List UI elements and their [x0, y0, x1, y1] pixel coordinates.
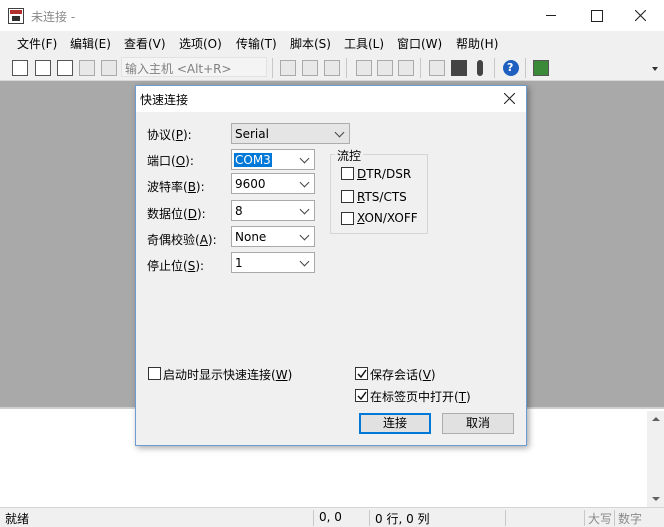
- close-icon: [504, 93, 515, 104]
- chevron-down-icon: [299, 230, 310, 241]
- protocol-select[interactable]: Serial: [231, 123, 350, 144]
- reconnect-icon[interactable]: [79, 60, 95, 76]
- stopbits-select[interactable]: 1: [231, 252, 315, 273]
- menu-options[interactable]: 选项(O): [179, 35, 222, 52]
- quick-connect-dialog: 快速连接 协议(P): Serial 端口(O): COM3 波特率(B): 9…: [135, 85, 527, 446]
- status-divider: [584, 510, 585, 526]
- window-title: 未连接 -: [31, 10, 76, 24]
- minimize-button[interactable]: [528, 0, 574, 31]
- cancel-button[interactable]: 取消: [442, 413, 514, 434]
- status-divider: [313, 510, 314, 526]
- menu-bar: 文件(F) 编辑(E) 查看(V) 选项(O) 传输(T) 脚本(S) 工具(L…: [0, 31, 664, 55]
- chevron-down-icon: [299, 177, 310, 188]
- menu-edit[interactable]: 编辑(E): [70, 35, 111, 52]
- close-icon: [635, 10, 646, 21]
- keymap-icon[interactable]: [477, 60, 483, 76]
- status-num: 数字: [618, 512, 643, 526]
- dialog-title-bar: 快速连接: [136, 86, 526, 112]
- xon-xoff-label: XON/XOFF: [357, 211, 418, 225]
- scroll-down-icon[interactable]: [652, 497, 660, 501]
- copy-icon[interactable]: [280, 60, 296, 76]
- toolbar: 输入主机 <Alt+R>: [0, 55, 664, 81]
- print-icon[interactable]: [356, 60, 372, 76]
- save-session-checkbox[interactable]: [355, 367, 368, 380]
- chevron-down-icon[interactable]: [652, 67, 658, 71]
- show-on-startup-checkbox[interactable]: [148, 367, 161, 380]
- chevron-down-icon: [334, 127, 345, 138]
- print-selection-icon[interactable]: [377, 60, 393, 76]
- app-icon: [8, 8, 24, 24]
- menu-file[interactable]: 文件(F): [17, 35, 57, 52]
- status-ready: 就绪: [5, 512, 30, 526]
- screen-icon[interactable]: [533, 60, 549, 76]
- toolbar-separator: [272, 58, 273, 78]
- save-session-label: 保存会话(V): [370, 368, 436, 382]
- show-on-startup-label: 启动时显示快速连接(W): [163, 368, 293, 382]
- parity-select[interactable]: None: [231, 226, 315, 247]
- menu-window[interactable]: 窗口(W): [397, 35, 442, 52]
- status-position: 0, 0: [319, 510, 342, 524]
- port-select[interactable]: COM3: [231, 149, 315, 170]
- toolbar-separator: [420, 58, 421, 78]
- status-caps: 大写: [588, 512, 613, 526]
- paste-icon[interactable]: [302, 60, 318, 76]
- chevron-down-icon: [299, 256, 310, 267]
- menu-script[interactable]: 脚本(S): [290, 35, 331, 52]
- toolbar-separator: [525, 58, 526, 78]
- baud-label: 波特率(B):: [147, 180, 205, 194]
- checkmark-icon: [357, 391, 367, 401]
- toolbar-separator: [346, 58, 347, 78]
- quick-connect-icon[interactable]: [35, 60, 51, 76]
- toolbar-separator: [494, 58, 495, 78]
- connect-in-tab-icon[interactable]: [57, 60, 73, 76]
- host-input[interactable]: 输入主机 <Alt+R>: [121, 57, 267, 77]
- maximize-button[interactable]: [574, 0, 620, 31]
- menu-view[interactable]: 查看(V): [124, 35, 166, 52]
- checkmark-icon: [357, 369, 367, 379]
- status-divider: [369, 510, 370, 526]
- connect-icon[interactable]: [12, 60, 28, 76]
- xon-xoff-checkbox[interactable]: [341, 212, 354, 225]
- disconnect-icon[interactable]: [101, 60, 117, 76]
- port-label: 端口(O):: [147, 154, 194, 168]
- help-icon[interactable]: [503, 60, 519, 76]
- global-options-icon[interactable]: [451, 60, 467, 76]
- status-bar: 就绪 0, 0 0 行, 0 列 大写 数字: [0, 507, 664, 527]
- session-options-icon[interactable]: [429, 60, 445, 76]
- title-bar: 未连接 -: [0, 0, 664, 31]
- menu-help[interactable]: 帮助(H): [456, 35, 498, 52]
- dialog-close-button[interactable]: [498, 88, 522, 110]
- vertical-scrollbar[interactable]: [647, 411, 664, 507]
- rts-cts-checkbox[interactable]: [341, 190, 354, 203]
- dtr-dsr-label: DTR/DSR: [357, 167, 412, 181]
- parity-label: 奇偶校验(A):: [147, 233, 217, 247]
- stopbits-label: 停止位(S):: [147, 259, 205, 273]
- scroll-up-icon[interactable]: [652, 417, 660, 421]
- baud-select[interactable]: 9600: [231, 173, 315, 194]
- dtr-dsr-checkbox[interactable]: [341, 167, 354, 180]
- menu-transfer[interactable]: 传输(T): [236, 35, 277, 52]
- status-divider: [505, 510, 506, 526]
- close-button[interactable]: [618, 0, 664, 31]
- databits-label: 数据位(D):: [147, 207, 206, 221]
- open-in-tab-checkbox[interactable]: [355, 389, 368, 402]
- print-setup-icon[interactable]: [398, 60, 414, 76]
- flow-control-title: 流控: [335, 147, 364, 164]
- connect-button[interactable]: 连接: [359, 413, 431, 434]
- rts-cts-label: RTS/CTS: [357, 190, 407, 204]
- status-divider: [614, 510, 615, 526]
- protocol-label: 协议(P):: [147, 128, 192, 142]
- dialog-title: 快速连接: [140, 93, 189, 107]
- status-rowcol: 0 行, 0 列: [375, 512, 430, 526]
- menu-tools[interactable]: 工具(L): [344, 35, 384, 52]
- chevron-down-icon: [299, 204, 310, 215]
- chevron-down-icon: [299, 153, 310, 164]
- databits-select[interactable]: 8: [231, 200, 315, 221]
- find-icon[interactable]: [324, 60, 340, 76]
- open-in-tab-label: 在标签页中打开(T): [370, 390, 471, 404]
